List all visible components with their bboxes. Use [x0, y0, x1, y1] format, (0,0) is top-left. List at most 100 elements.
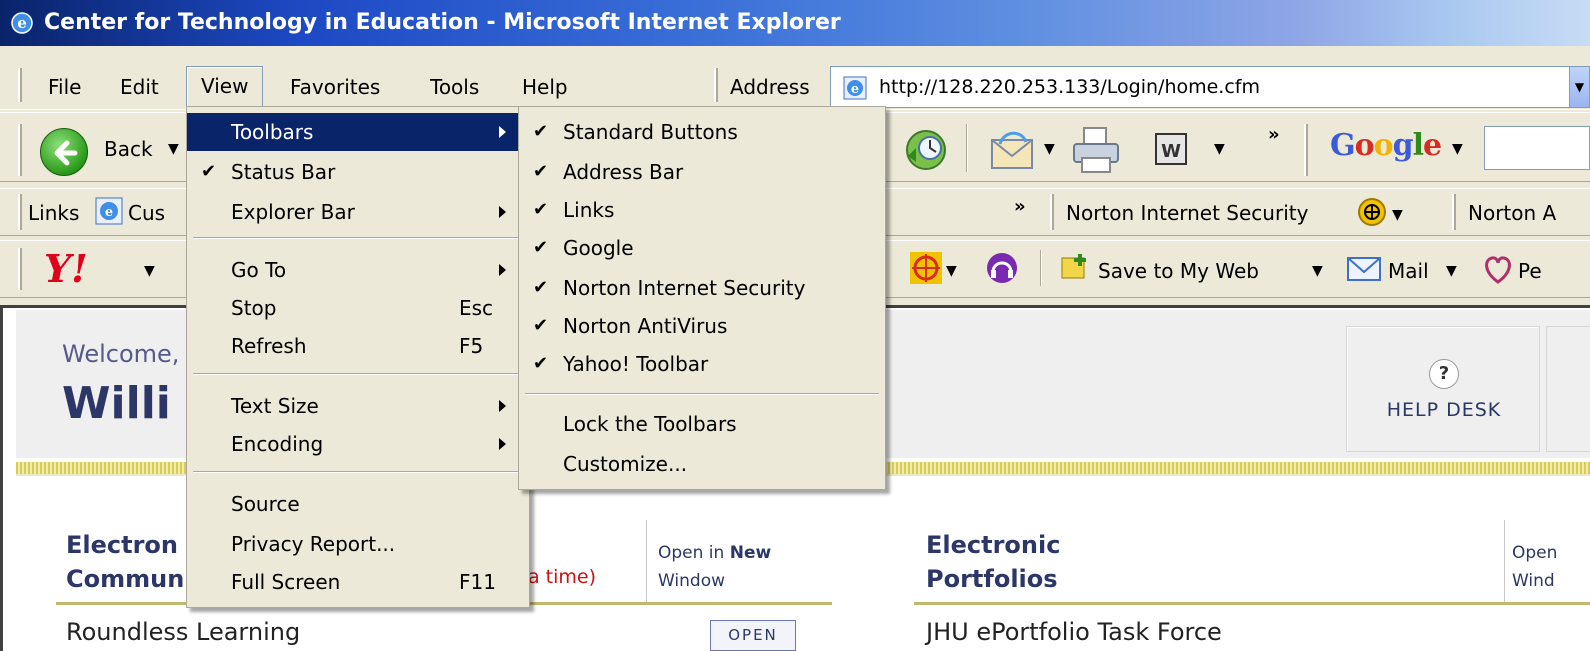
menu-tools[interactable]: Tools: [416, 68, 493, 106]
mail-dropdown-2-icon[interactable]: ▼: [1446, 256, 1457, 286]
address-url: http://128.220.253.133/Login/home.cfm: [879, 76, 1260, 98]
headphones-icon[interactable]: [984, 250, 1020, 286]
google-search-input[interactable]: [1484, 126, 1590, 170]
norton-is-label[interactable]: Norton Internet Security: [1066, 198, 1308, 228]
toolbars-item-links[interactable]: ✔ Links: [519, 191, 885, 229]
check-icon: ✔: [533, 237, 549, 258]
menu-separator: [525, 393, 879, 395]
left-section-note: a time): [528, 566, 597, 588]
custom-link[interactable]: Cus: [128, 198, 165, 228]
toolbars-item-norton-internet-security[interactable]: ✔ Norton Internet Security: [519, 269, 885, 307]
word-edit-icon[interactable]: W: [1152, 130, 1192, 170]
back-label[interactable]: Back: [104, 134, 153, 164]
menu-separator: [193, 237, 523, 239]
submenu-arrow-icon: [499, 438, 506, 450]
view-menu-item-full-screen[interactable]: Full Screen F11: [187, 563, 529, 601]
target-icon[interactable]: [908, 250, 944, 286]
mail-icon[interactable]: [1346, 254, 1382, 284]
back-button[interactable]: [40, 128, 88, 176]
personals-label[interactable]: Pe: [1518, 256, 1542, 286]
view-menu-item-text-size[interactable]: Text Size: [187, 387, 529, 425]
links-chevron-icon[interactable]: »: [1014, 192, 1026, 222]
right-section-title-2: Portfolios: [926, 565, 1058, 593]
google-dropdown-icon[interactable]: ▼: [1452, 134, 1463, 164]
norton-dropdown-icon[interactable]: ▼: [1392, 200, 1403, 230]
right-section-title-1: Electronic: [926, 531, 1061, 559]
menu-file[interactable]: File: [34, 68, 95, 106]
view-menu-item-toolbars[interactable]: Toolbars: [187, 113, 529, 151]
svg-text:Y!: Y!: [44, 246, 88, 290]
back-dropdown-icon[interactable]: ▼: [168, 134, 179, 164]
help-desk-button[interactable]: ? HELP DESK: [1346, 326, 1540, 452]
address-input[interactable]: e http://128.220.253.133/Login/home.cfm …: [830, 66, 1590, 108]
check-icon: ✔: [533, 315, 549, 336]
norton-globe-icon[interactable]: [1356, 196, 1388, 228]
open-button[interactable]: OPEN: [710, 620, 796, 651]
right-section-rule: [914, 602, 1590, 605]
menu-edit[interactable]: Edit: [106, 68, 173, 106]
toolbar-chevron-icon[interactable]: »: [1268, 120, 1280, 150]
ie-logo-icon: e: [11, 12, 33, 34]
menu-help[interactable]: Help: [508, 68, 582, 106]
print-icon[interactable]: [1068, 124, 1124, 176]
view-menu-item-go-to[interactable]: Go To: [187, 251, 529, 289]
left-section-divider: [646, 520, 647, 602]
view-menu-item-encoding[interactable]: Encoding: [187, 425, 529, 463]
std-toolbar-grip[interactable]: [18, 124, 22, 176]
view-menu-item-status-bar[interactable]: ✔ Status Bar: [187, 153, 529, 191]
links-label: Links: [28, 201, 80, 225]
list-item[interactable]: Roundless Learning: [66, 618, 300, 646]
check-icon: ✔: [533, 161, 549, 182]
view-menu-item-privacy-report[interactable]: Privacy Report...: [187, 525, 529, 563]
address-dropdown-icon[interactable]: ▼: [1569, 67, 1589, 107]
check-icon: ✔: [533, 353, 549, 374]
list-item[interactable]: JHU ePortfolio Task Force: [926, 618, 1222, 646]
submenu-arrow-icon: [499, 126, 506, 138]
personals-heart-icon[interactable]: [1480, 252, 1516, 286]
mail-envelope-icon[interactable]: [986, 126, 1042, 174]
toolbars-submenu: ✔ Standard Buttons ✔ Address Bar ✔ Links…: [518, 106, 886, 490]
edit-dropdown-icon[interactable]: ▼: [1214, 134, 1225, 164]
norton-av-label[interactable]: Norton A: [1468, 198, 1556, 228]
save-dropdown-icon[interactable]: ▼: [1312, 256, 1323, 286]
open-new-window-link[interactable]: Open in New: [658, 540, 771, 566]
yahoo-logo-icon[interactable]: Y!: [40, 246, 122, 290]
toolbars-item-norton-antivirus[interactable]: ✔ Norton AntiVirus: [519, 307, 885, 345]
mail-label[interactable]: Mail: [1388, 256, 1429, 286]
svg-text:e: e: [17, 14, 27, 32]
right-open-link[interactable]: Open: [1512, 540, 1557, 566]
view-menu-item-explorer-bar[interactable]: Explorer Bar: [187, 193, 529, 231]
ie-page-icon: e: [843, 76, 867, 100]
right-window-label[interactable]: Wind: [1512, 568, 1555, 594]
help-desk-label: HELP DESK: [1386, 399, 1502, 421]
next-header-button[interactable]: [1546, 326, 1590, 452]
menu-separator: [193, 373, 523, 375]
menu-view[interactable]: View: [186, 66, 264, 108]
address-grip[interactable]: [714, 68, 718, 102]
menubar-grip[interactable]: [18, 68, 22, 102]
history-icon[interactable]: [900, 126, 952, 174]
view-menu-item-source[interactable]: Source: [187, 485, 529, 523]
links-grip[interactable]: [18, 194, 22, 230]
google-grip[interactable]: [1304, 124, 1308, 176]
yahoo-dropdown-icon[interactable]: ▼: [144, 256, 155, 286]
google-logo[interactable]: Google: [1330, 128, 1442, 164]
toolbars-item-google[interactable]: ✔ Google: [519, 229, 885, 267]
target-dropdown-icon[interactable]: ▼: [946, 256, 957, 286]
ie-link-icon: e: [95, 197, 123, 225]
toolbars-item-address-bar[interactable]: ✔ Address Bar: [519, 153, 885, 191]
norton-av-grip[interactable]: [1452, 194, 1456, 230]
save-to-web-icon[interactable]: [1058, 250, 1094, 286]
open-window-label[interactable]: Window: [658, 568, 725, 594]
toolbars-item-standard-buttons[interactable]: ✔ Standard Buttons: [519, 113, 885, 151]
toolbars-item-yahoo-toolbar[interactable]: ✔ Yahoo! Toolbar: [519, 345, 885, 383]
save-to-web-label[interactable]: Save to My Web: [1098, 256, 1259, 286]
view-menu-item-stop[interactable]: Stop Esc: [187, 289, 529, 327]
mail-dropdown-icon[interactable]: ▼: [1044, 134, 1055, 164]
view-menu-item-refresh[interactable]: Refresh F5: [187, 327, 529, 365]
toolbars-item-lock-the-toolbars[interactable]: Lock the Toolbars: [519, 405, 885, 443]
toolbars-item-customize[interactable]: Customize...: [519, 445, 885, 483]
yahoo-grip[interactable]: [18, 248, 22, 290]
norton-is-grip[interactable]: [1050, 194, 1054, 230]
menu-favorites[interactable]: Favorites: [276, 68, 394, 106]
